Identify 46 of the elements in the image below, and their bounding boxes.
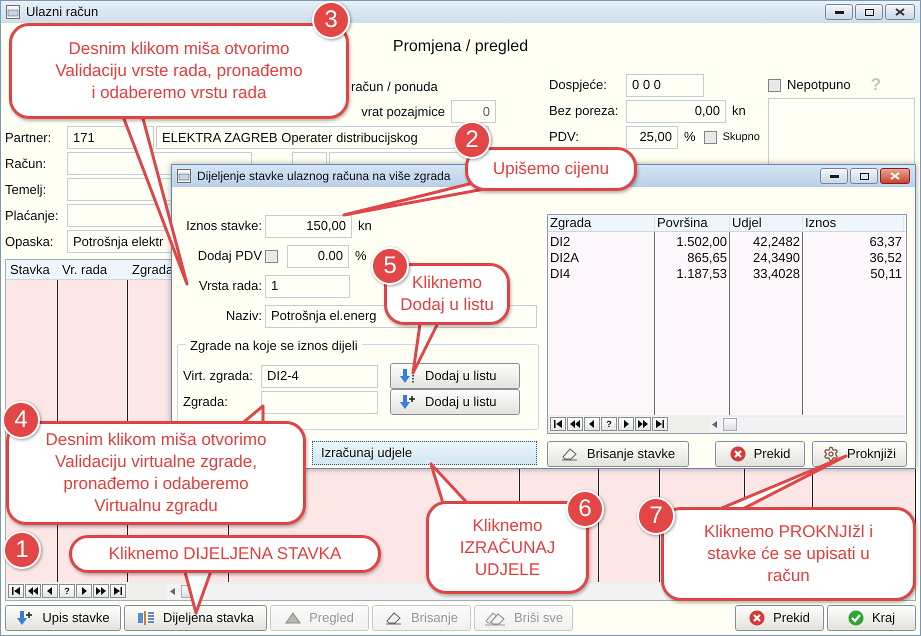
column-header: Zgrada	[550, 214, 592, 232]
table-cell-text: 865,65	[687, 249, 727, 268]
label: Virt. zgrada:	[183, 367, 254, 386]
dialog-title: Dijeljenje stavke ulaznog računa na više zgrada	[197, 168, 450, 185]
window-title: Ulazni račun	[26, 3, 98, 22]
unit-label: kn	[358, 217, 372, 236]
label: Iznos stavke:	[185, 217, 263, 236]
column-header: Površina	[657, 214, 708, 232]
group-title: Zgrade na koje se iznos dijeli	[190, 338, 358, 353]
label: Opaska:	[5, 232, 54, 251]
table-cell-text: 1.187,53	[676, 265, 727, 284]
label: Naziv:	[224, 307, 263, 326]
column-header: Udjel	[732, 214, 762, 232]
column-header: Stavka	[10, 260, 50, 279]
label: račun / ponuda	[351, 78, 438, 96]
table-cell-text: 50,11	[870, 265, 902, 284]
label: Skupno	[722, 130, 760, 145]
label: Zgrada:	[183, 393, 229, 412]
callout-bubble: Upišemo cijenu	[465, 147, 637, 191]
label: Dospjeće:	[549, 76, 608, 94]
table-cell-text: 63,37	[869, 233, 902, 252]
column-header: Iznos	[805, 214, 836, 232]
label: Račun:	[5, 154, 48, 173]
table-cell-text: 42,2482	[753, 233, 800, 252]
page-heading: Promjena / pregled	[392, 37, 528, 57]
label: Temelj:	[5, 180, 48, 199]
unit-label: kn	[732, 102, 746, 120]
label: vrat pozajmice	[361, 102, 445, 121]
label: Dodaj PDV	[196, 247, 263, 266]
table-cell-text: DI4	[550, 265, 570, 284]
table-cell-text: 1.502,00	[676, 233, 727, 252]
table-cell-text: 33,4028	[753, 265, 800, 284]
label: Bez poreza:	[549, 102, 620, 120]
label: PDV:	[549, 128, 580, 146]
table-cell-text: 24,3490	[753, 249, 800, 268]
label: Nepotpuno	[787, 76, 851, 94]
table-cell-text: DI2A	[550, 249, 579, 268]
label: Plaćanje:	[5, 206, 60, 225]
column-header: Vr. rada	[62, 260, 108, 279]
unit-label: %	[355, 247, 367, 266]
table-cell-text: 36,52	[869, 249, 902, 268]
help-icon: ?	[870, 72, 882, 98]
label: Vrsta rada:	[198, 277, 263, 296]
label: Partner:	[5, 128, 52, 147]
unit-label: %	[684, 128, 696, 146]
table-cell-text: DI2	[550, 233, 570, 252]
